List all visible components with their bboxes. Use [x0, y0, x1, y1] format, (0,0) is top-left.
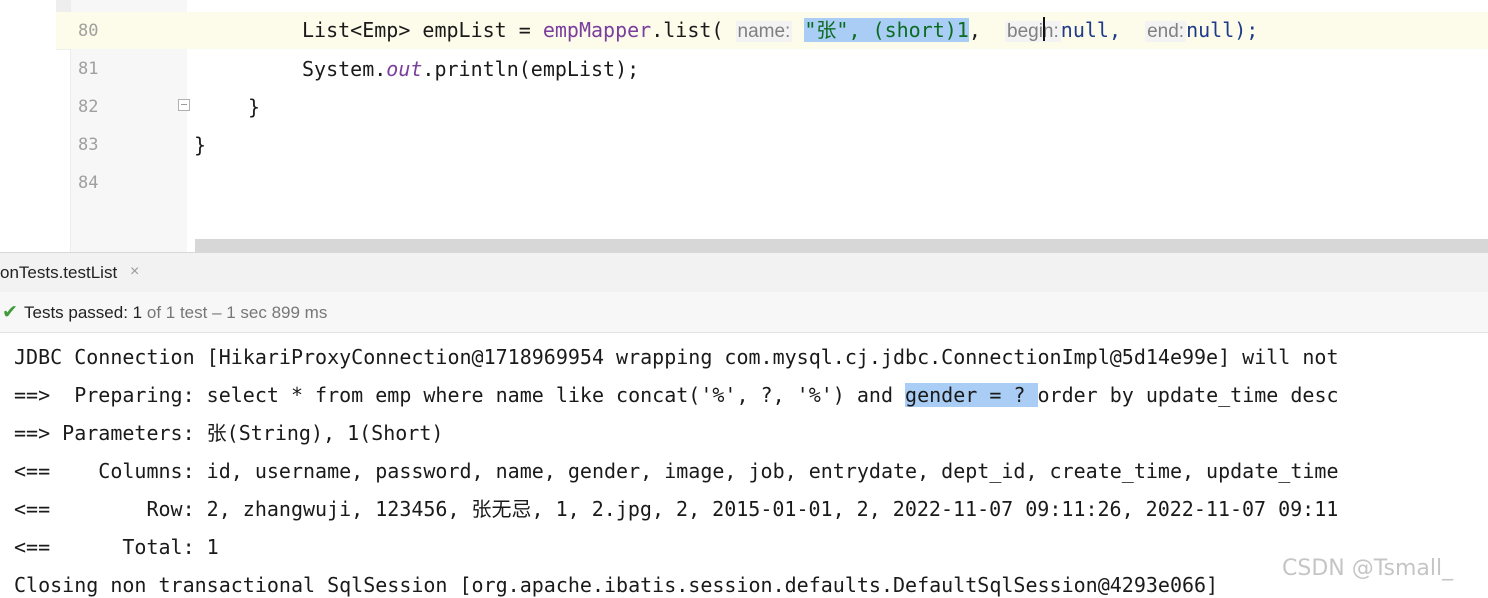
test-status-bar: ✔ Tests passed: 1 of 1 test – 1 sec 899 … [0, 292, 1488, 333]
selected-argument[interactable]: "张", (short)1 [804, 18, 969, 42]
console-line: ==> Parameters: 张(String), 1(Short) [14, 421, 444, 445]
code-text: .println(empList); [422, 57, 640, 81]
text-cursor [1043, 17, 1045, 41]
parameter-hint-end: end: [1145, 21, 1187, 42]
code-line-83[interactable]: } [194, 133, 206, 157]
code-line-81[interactable]: System.out.println(empList); [302, 57, 639, 81]
code-text: .list( [651, 18, 724, 42]
highlighted-text: gender = ? [905, 383, 1038, 407]
code-identifier: empMapper [542, 18, 652, 42]
console-text: order by update_time desc [1037, 383, 1339, 407]
parameter-hint-begin: begin: [1005, 21, 1061, 42]
run-tab[interactable]: onTests.testList [0, 263, 117, 283]
console-line: Closing non transactional SqlSession [or… [14, 573, 1219, 597]
close-icon[interactable]: × [130, 263, 139, 281]
line-number: 84 [78, 173, 99, 193]
run-tab-bar: onTests.testList × [0, 252, 1488, 294]
console-line: <== Columns: id, username, password, nam… [14, 459, 1339, 483]
console-text: ==> Preparing: select * from emp where n… [14, 383, 906, 407]
console-output[interactable]: JDBC Connection [HikariProxyConnection@1… [0, 333, 1488, 598]
code-text: List<Emp> empList = [302, 18, 543, 42]
code-field: out [386, 57, 423, 81]
horizontal-scrollbar[interactable] [195, 239, 1488, 252]
console-line: JDBC Connection [HikariProxyConnection@1… [14, 345, 1339, 369]
code-null: null); [1186, 18, 1259, 42]
test-status-text: Tests passed: 1 of 1 test – 1 sec 899 ms [24, 303, 327, 323]
watermark: CSDN @Tsmall_ [1282, 556, 1454, 581]
line-number: 82 [78, 97, 99, 117]
console-line: ==> Preparing: select * from emp where n… [14, 383, 1339, 407]
console-line: <== Total: 1 [14, 535, 219, 559]
code-text: , [968, 18, 981, 42]
status-label: Tests passed: [24, 303, 133, 322]
code-line-82[interactable]: } [248, 95, 260, 119]
fold-icon[interactable] [178, 99, 190, 111]
line-number: 80 [78, 21, 99, 41]
status-detail: of 1 test – 1 sec 899 ms [142, 303, 328, 322]
check-icon: ✔ [2, 301, 18, 323]
line-number: 83 [78, 135, 99, 155]
parameter-hint-name: name: [735, 21, 793, 42]
status-count: 1 [132, 303, 143, 322]
code-text: System. [302, 57, 387, 81]
code-editor[interactable]: 80 81 82 83 84 List<Emp> empList = empMa… [0, 0, 1488, 252]
line-number: 81 [78, 59, 99, 79]
code-null: null, [1060, 18, 1121, 42]
console-line: <== Row: 2, zhangwuji, 123456, 张无忌, 1, 2… [14, 497, 1339, 521]
code-line-80[interactable]: List<Emp> empList = empMapper.list( name… [302, 18, 1258, 44]
